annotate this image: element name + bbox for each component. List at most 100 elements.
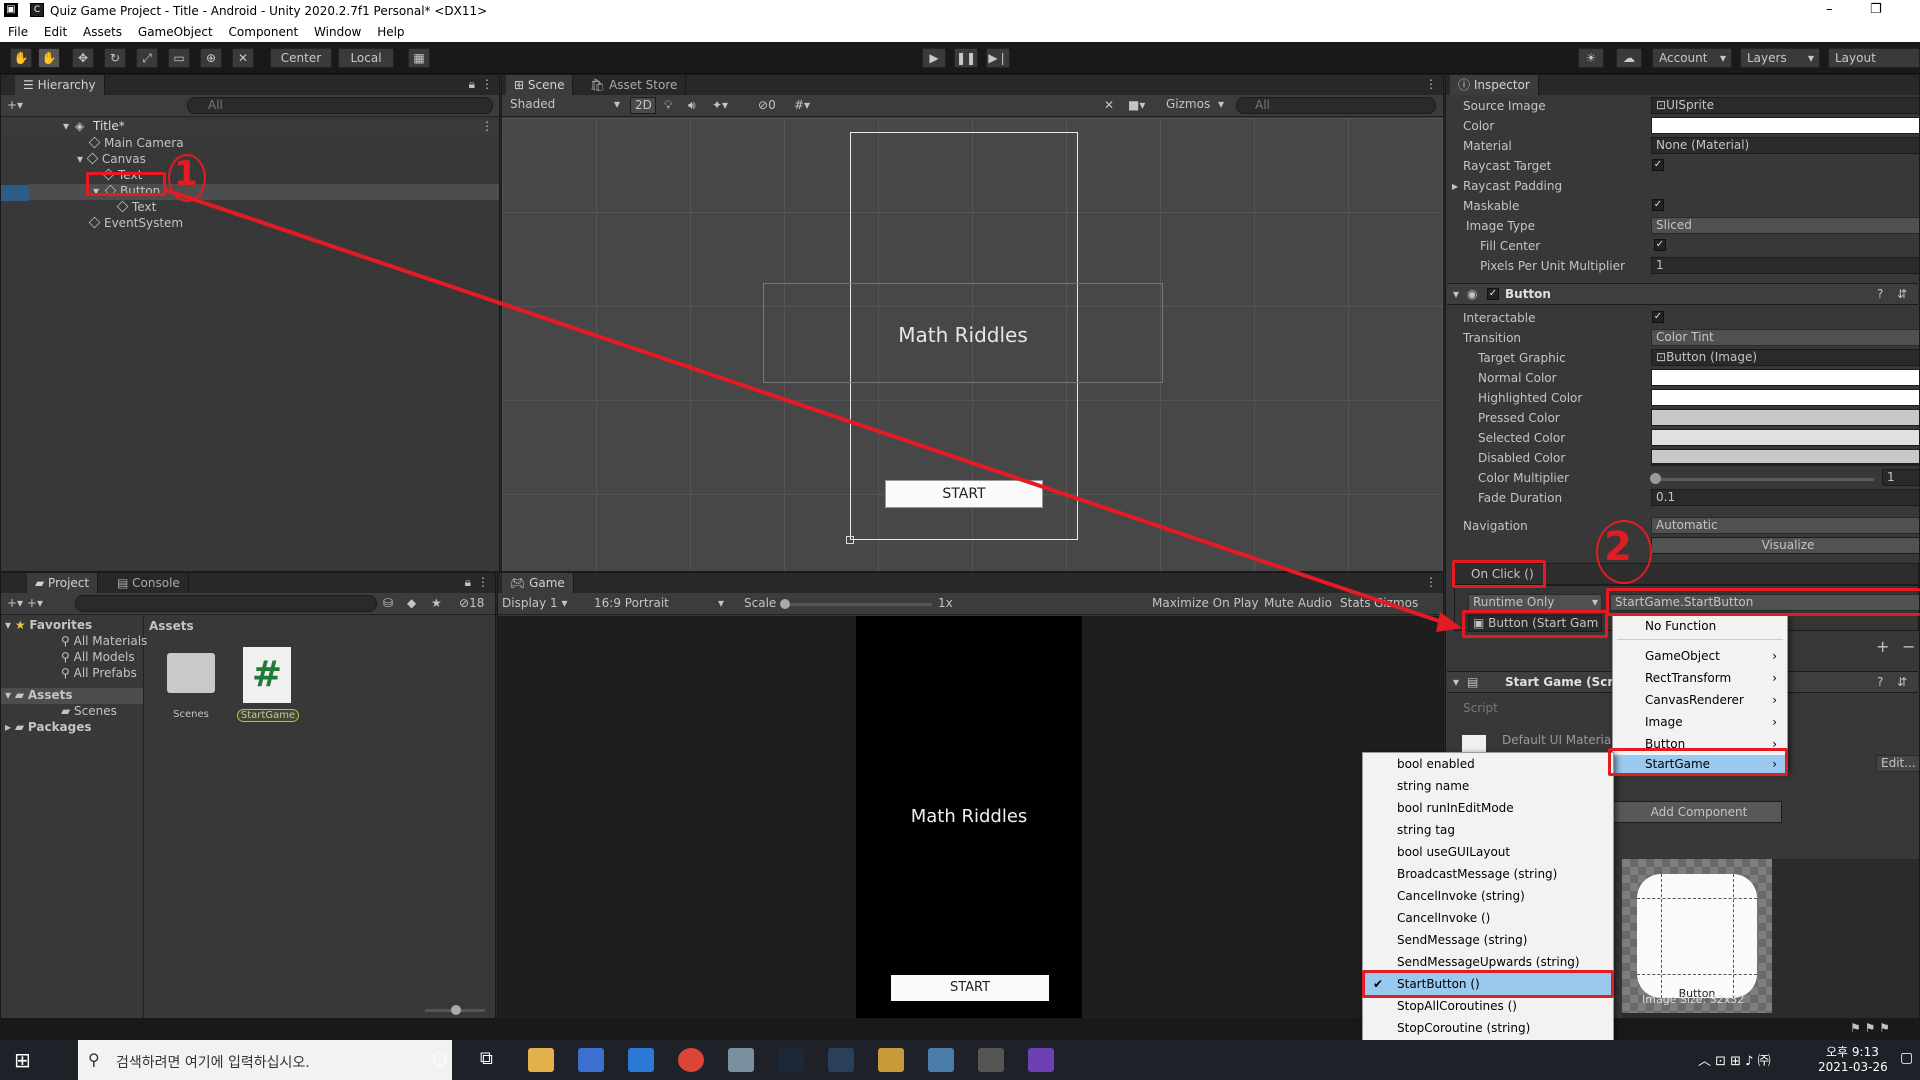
- display-dropdown[interactable]: Display 1 ▾: [502, 596, 568, 610]
- lighting-icon[interactable]: 💡︎: [664, 98, 672, 113]
- transform-tool-icon[interactable]: ⊕: [200, 48, 222, 68]
- tab-game[interactable]: 🎮︎ Game: [502, 573, 574, 593]
- menu-item-canvasrenderer[interactable]: CanvasRenderer ›: [1613, 689, 1787, 711]
- aspect-dropdown[interactable]: 16:9 Portrait ▾: [594, 596, 724, 610]
- scale-tool-icon[interactable]: ⤢: [136, 48, 158, 68]
- highlighted-color-swatch[interactable]: [1651, 389, 1919, 406]
- menu-item-method[interactable]: SendMessage (string): [1363, 929, 1613, 951]
- menu-assets[interactable]: Assets: [83, 25, 122, 39]
- kebab-menu-icon[interactable]: ⋮: [481, 119, 493, 133]
- store-icon[interactable]: [578, 1048, 604, 1072]
- grid-toggle-icon[interactable]: #▾: [794, 98, 810, 112]
- fill-center-checkbox[interactable]: ✓: [1654, 239, 1666, 251]
- kebab-menu-icon[interactable]: ⋮: [477, 575, 489, 589]
- custom-tool-icon[interactable]: ✕: [232, 48, 254, 68]
- menu-edit[interactable]: Edit: [44, 25, 67, 39]
- camera-icon[interactable]: ■▾: [1128, 98, 1145, 112]
- app-icon[interactable]: [728, 1048, 754, 1072]
- hierarchy-search-input[interactable]: All: [187, 97, 493, 114]
- kebab-menu-icon[interactable]: ⋮: [1425, 77, 1437, 91]
- tab-hierarchy[interactable]: ☰ Hierarchy: [15, 75, 105, 95]
- scene-viewport[interactable]: Math Riddles START: [502, 118, 1443, 571]
- tab-inspector[interactable]: ⓘ Inspector: [1450, 75, 1539, 95]
- chrome-icon[interactable]: [678, 1048, 704, 1072]
- favorites-item[interactable]: ▾ ★ Favorites: [5, 618, 92, 632]
- list-item[interactable]: EventSystem: [88, 216, 183, 230]
- kebab-menu-icon[interactable]: ⋮: [481, 77, 493, 91]
- maskable-checkbox[interactable]: ✓: [1652, 199, 1664, 211]
- menu-item-image[interactable]: Image ›: [1613, 711, 1787, 733]
- scale-slider[interactable]: [782, 603, 932, 606]
- color-multiplier-slider[interactable]: [1654, 478, 1874, 481]
- account-dropdown[interactable]: Account ▾: [1652, 48, 1732, 68]
- audio-icon[interactable]: 🔊︎: [688, 98, 696, 113]
- lock-icon[interactable]: 🔒︎: [469, 77, 475, 92]
- hidden-packages-icon[interactable]: ⊘18: [459, 596, 484, 610]
- expand-arrow-icon[interactable]: ▸: [1452, 179, 1458, 193]
- visualize-button[interactable]: Visualize: [1651, 537, 1919, 554]
- add-listener-button[interactable]: +: [1876, 637, 1889, 656]
- material-field[interactable]: None (Material): [1651, 137, 1919, 154]
- add-icon[interactable]: +▾ +▾: [7, 596, 43, 610]
- add-icon[interactable]: +▾: [7, 98, 23, 112]
- stats-toggle[interactable]: Stats: [1340, 596, 1371, 610]
- menu-item-method[interactable]: bool useGUILayout: [1363, 841, 1613, 863]
- shading-dropdown[interactable]: Shaded ▾: [506, 97, 624, 114]
- menu-help[interactable]: Help: [377, 25, 404, 39]
- mute-audio-toggle[interactable]: Mute Audio: [1264, 596, 1332, 610]
- notification-icon[interactable]: ▢: [1900, 1050, 1913, 1066]
- lock-icon[interactable]: 🔒︎: [465, 575, 471, 590]
- tab-console[interactable]: ▤ Console: [109, 573, 189, 593]
- filter-icon[interactable]: ⛁: [383, 596, 393, 610]
- task-view-icon[interactable]: ⧉: [480, 1048, 493, 1069]
- hidden-objects-icon[interactable]: ⊘0: [758, 98, 776, 112]
- scenes-folder-item[interactable]: ▰ Scenes: [61, 704, 117, 718]
- target-graphic-field[interactable]: ⊡Button (Image): [1651, 349, 1919, 366]
- color-swatch[interactable]: [1651, 117, 1919, 134]
- menu-item-recttransform[interactable]: RectTransform ›: [1613, 667, 1787, 689]
- normal-color-swatch[interactable]: [1651, 369, 1919, 386]
- menu-item-method[interactable]: bool enabled: [1363, 753, 1613, 775]
- component-enabled-checkbox[interactable]: ✓: [1487, 288, 1499, 300]
- rotate-tool-icon[interactable]: ↻: [104, 48, 126, 68]
- minimize-button[interactable]: –: [1826, 2, 1833, 17]
- cortana-icon[interactable]: ○: [432, 1048, 448, 1069]
- anchor-handle[interactable]: [846, 536, 854, 544]
- selected-color-swatch[interactable]: [1651, 429, 1919, 446]
- raycast-target-checkbox[interactable]: ✓: [1652, 159, 1664, 171]
- menu-item-method[interactable]: CancelInvoke (): [1363, 907, 1613, 929]
- 2d-toggle[interactable]: 2D: [630, 97, 656, 114]
- favorite-item[interactable]: ⚲ All Materials: [61, 634, 147, 648]
- grid-snap-icon[interactable]: ▦: [408, 48, 430, 68]
- source-image-field[interactable]: ⊡UISprite: [1651, 97, 1919, 114]
- tab-project[interactable]: ▰ Project: [27, 573, 99, 593]
- settings-icon[interactable]: ⇵: [1897, 287, 1907, 301]
- disabled-color-swatch[interactable]: [1651, 449, 1919, 466]
- slider-handle[interactable]: [1650, 473, 1661, 484]
- button-component-header[interactable]: ▾ ◉ ✓ Button ? ⇵: [1447, 283, 1918, 305]
- gizmos-dropdown[interactable]: Gizmos ▾: [1162, 97, 1226, 114]
- navigation-dropdown[interactable]: Automatic: [1651, 517, 1919, 534]
- help-icon[interactable]: ?: [1877, 675, 1883, 689]
- move-tool-icon[interactable]: ✥: [72, 48, 94, 68]
- star-icon[interactable]: ★: [431, 596, 442, 610]
- runtime-dropdown[interactable]: Runtime Only ▾: [1468, 594, 1602, 611]
- edit-button[interactable]: Edit...: [1876, 755, 1919, 772]
- rect-tool-icon[interactable]: ▭: [168, 48, 190, 68]
- menu-item-no-function[interactable]: No Function: [1613, 615, 1787, 637]
- kebab-menu-icon[interactable]: ⋮: [1425, 575, 1437, 589]
- remove-listener-button[interactable]: −: [1902, 637, 1915, 656]
- help-icon[interactable]: ?: [1877, 287, 1883, 301]
- menu-gameobject[interactable]: GameObject: [138, 25, 213, 39]
- windows-start-icon[interactable]: ⊞: [14, 1048, 31, 1072]
- label-icon[interactable]: ◆: [407, 596, 416, 610]
- project-search-input[interactable]: [75, 595, 377, 612]
- visual-studio-icon[interactable]: [1028, 1048, 1054, 1072]
- maximize-button[interactable]: ❐: [1870, 2, 1882, 17]
- unity-taskbar-icon[interactable]: [978, 1048, 1004, 1072]
- menu-file[interactable]: File: [8, 25, 28, 39]
- favorite-item[interactable]: ⚲ All Models: [61, 650, 135, 664]
- tab-scene[interactable]: ⊞ Scene: [506, 75, 574, 95]
- scene-search-input[interactable]: All: [1236, 97, 1436, 114]
- app-icon[interactable]: [928, 1048, 954, 1072]
